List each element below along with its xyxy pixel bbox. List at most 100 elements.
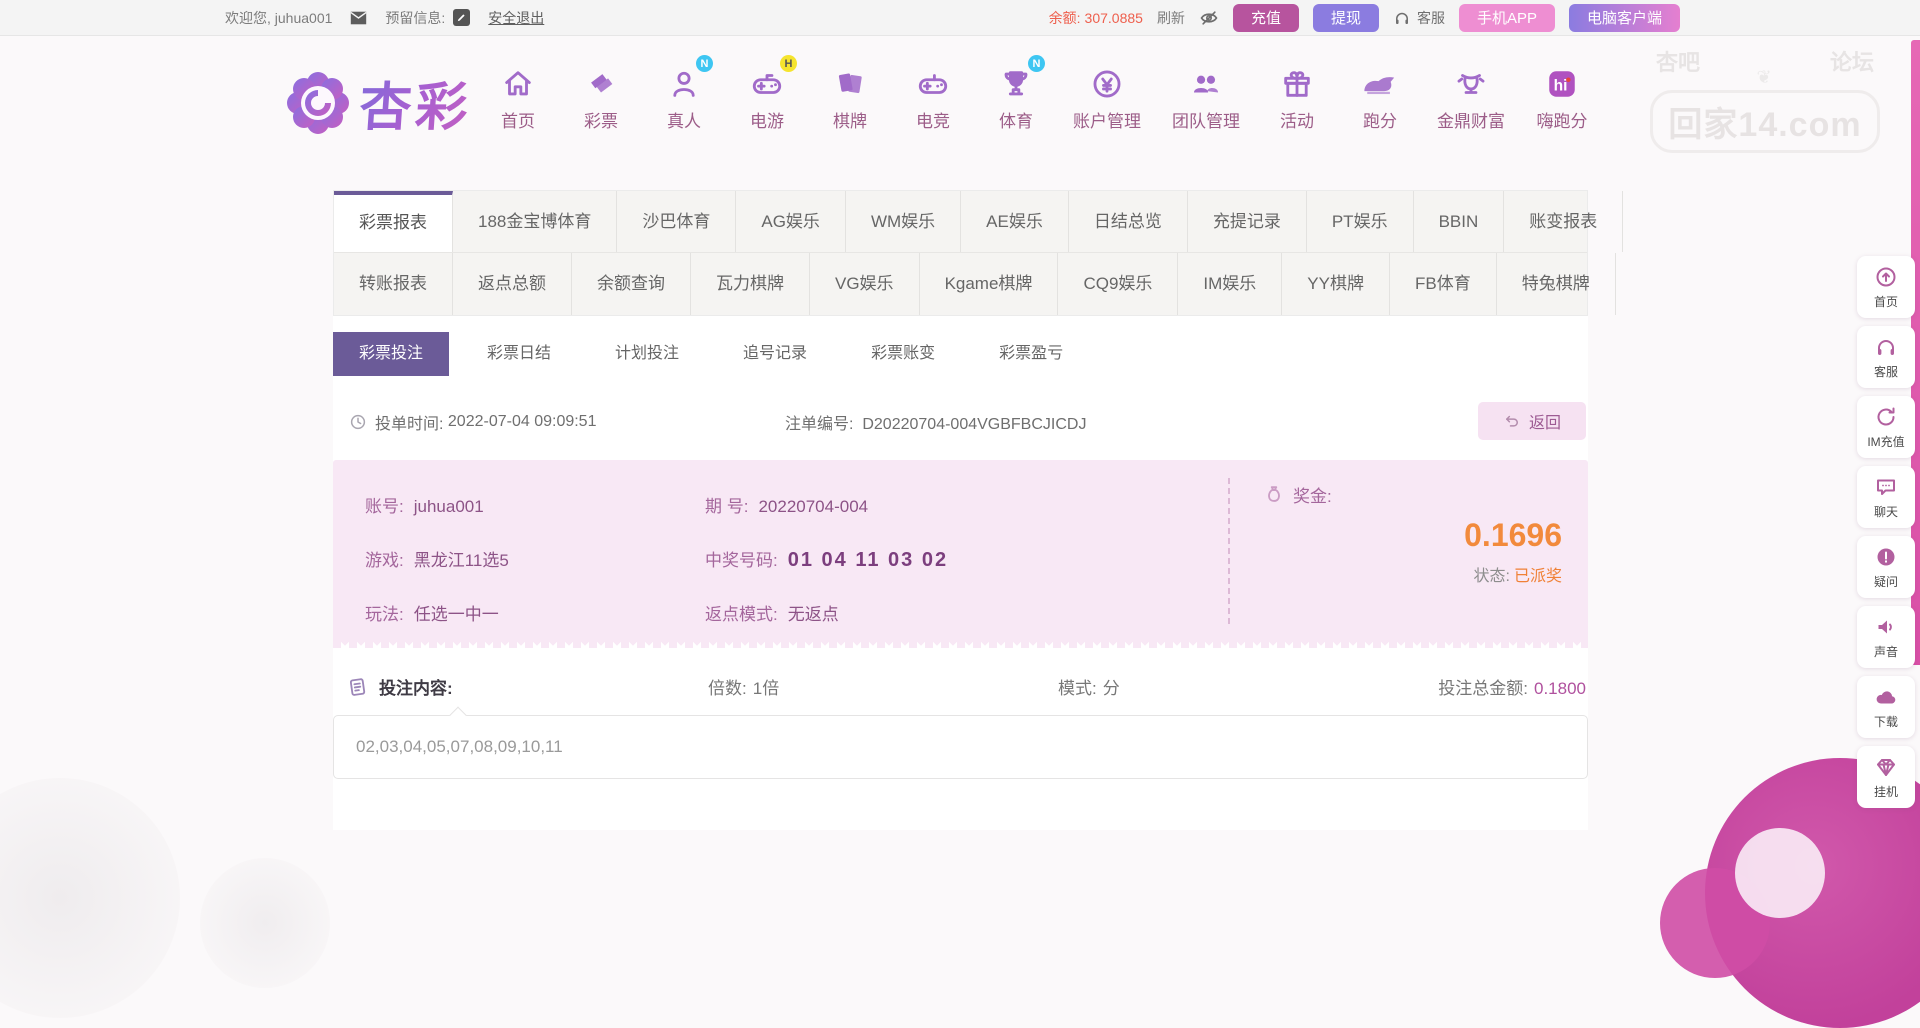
refresh-link[interactable]: 刷新: [1157, 8, 1185, 28]
decorative-flower-white: [1735, 828, 1825, 918]
bet-numbers-box: 02,03,04,05,07,08,09,10,11: [333, 715, 1588, 779]
nav-item-team[interactable]: 团队管理: [1172, 59, 1240, 132]
subtab-touzhu[interactable]: 彩票投注: [333, 332, 449, 376]
prize-value: 0.1696: [1263, 517, 1562, 554]
lottery-ticket-icon: [584, 59, 618, 101]
bet-numbers: 02,03,04,05,07,08,09,10,11: [356, 737, 563, 757]
badge-n: N: [1028, 55, 1045, 72]
nav-item-boardgames[interactable]: 棋牌: [824, 59, 876, 132]
issue-value: 20220704-004: [758, 497, 868, 516]
tab-zhangbian[interactable]: 账变报表: [1504, 191, 1623, 252]
tab-caipiao-baobiao[interactable]: 彩票报表: [334, 191, 453, 252]
sidebar-service[interactable]: 客服: [1857, 326, 1915, 388]
rebate-label: 返点模式:: [705, 605, 778, 624]
tab-chongti[interactable]: 充提记录: [1188, 191, 1307, 252]
status-label: 状态:: [1474, 568, 1510, 585]
edit-pencil-icon[interactable]: [453, 9, 470, 26]
watermark-left: 杏吧: [1656, 45, 1700, 77]
play-label: 玩法:: [365, 605, 404, 624]
pc-client-button[interactable]: 电脑客户端: [1569, 4, 1680, 32]
watermark: 杏吧 论坛 ❦ 回家14.com: [1650, 45, 1880, 153]
tab-zhuanzhang[interactable]: 转账报表: [334, 253, 453, 315]
subtab-rijie[interactable]: 彩票日结: [461, 332, 577, 376]
slot-gamepad-icon: H: [749, 59, 785, 101]
nav-item-jinding[interactable]: 金鼎财富: [1437, 59, 1505, 132]
sidebar-chat[interactable]: 聊天: [1857, 466, 1915, 528]
esports-gamepad-icon: [915, 59, 951, 101]
subtab-jihua[interactable]: 计划投注: [589, 332, 705, 376]
nav-item-account[interactable]: 账户管理: [1073, 59, 1141, 132]
svg-text:hi: hi: [1554, 77, 1568, 94]
bet-ticket-panel: 账号:juhua001 游戏:黑龙江11选5 玩法:任选一中一 期 号:2022…: [333, 460, 1588, 648]
prize-block: 奖金: 0.1696 状态:已派奖: [1263, 482, 1562, 586]
win-numbers-value: 01 04 11 03 02: [788, 549, 948, 571]
subtab-yingkui[interactable]: 彩票盈亏: [973, 332, 1089, 376]
tab-yy[interactable]: YY棋牌: [1282, 253, 1390, 315]
tab-188jinbaobo[interactable]: 188金宝博体育: [453, 191, 617, 252]
issue-label: 期 号:: [705, 497, 748, 516]
tab-vg[interactable]: VG娱乐: [810, 253, 920, 315]
customer-service[interactable]: 客服: [1393, 8, 1445, 28]
site-logo[interactable]: 杏彩: [286, 65, 472, 140]
withdraw-button[interactable]: 提现: [1313, 4, 1379, 32]
money-bag-icon: [1263, 484, 1285, 506]
tab-kgame[interactable]: Kgame棋牌: [920, 253, 1059, 315]
mail-icon[interactable]: [350, 11, 367, 25]
decorative-flower-left-small: [200, 858, 330, 988]
main-nav: 首页 彩票 N 真人 H 电游 棋牌: [492, 59, 1588, 132]
dashed-divider: [1228, 478, 1230, 624]
lottery-subtabs: 彩票投注 彩票日结 计划投注 追号记录 彩票账变 彩票盈亏: [333, 332, 1588, 376]
tab-cq9[interactable]: CQ9娱乐: [1058, 253, 1178, 315]
nav-item-egames[interactable]: H 电游: [741, 59, 793, 132]
tab-im[interactable]: IM娱乐: [1178, 253, 1282, 315]
sidebar-autoplay[interactable]: 挂机: [1857, 746, 1915, 808]
play-value: 任选一中一: [414, 605, 499, 624]
prize-label: 奖金:: [1293, 482, 1332, 507]
subtab-zhuihao[interactable]: 追号记录: [717, 332, 833, 376]
recharge-button[interactable]: 充值: [1233, 4, 1299, 32]
bet-time-label: 投单时间:: [375, 410, 443, 434]
sidebar-im-recharge[interactable]: IM充值: [1857, 396, 1915, 458]
nav-item-lottery[interactable]: 彩票: [575, 59, 627, 132]
nav-item-home[interactable]: 首页: [492, 59, 544, 132]
tab-rijie[interactable]: 日结总览: [1069, 191, 1188, 252]
nav-item-live[interactable]: N 真人: [658, 59, 710, 132]
nav-item-haipaofen[interactable]: hi 嗨跑分: [1536, 59, 1588, 132]
rebate-value: 无返点: [788, 605, 839, 624]
sidebar-sound[interactable]: 声音: [1857, 606, 1915, 668]
tab-fb[interactable]: FB体育: [1390, 253, 1497, 315]
tab-shaba[interactable]: 沙巴体育: [617, 191, 736, 252]
nav-item-esports[interactable]: 电竞: [907, 59, 959, 132]
eye-slash-icon[interactable]: [1199, 8, 1219, 28]
main-content: 彩票报表 188金宝博体育 沙巴体育 AG娱乐 WM娱乐 AE娱乐 日结总览 充…: [333, 190, 1588, 830]
multiple-value: 1倍: [753, 679, 779, 698]
mobile-app-button[interactable]: 手机APP: [1459, 4, 1555, 32]
tab-ae[interactable]: AE娱乐: [961, 191, 1069, 252]
subtab-zhangbian[interactable]: 彩票账变: [845, 332, 961, 376]
sidebar-question[interactable]: 疑问: [1857, 536, 1915, 598]
team-icon: [1188, 59, 1224, 101]
sidebar-download[interactable]: 下载: [1857, 676, 1915, 738]
back-button[interactable]: 返回: [1478, 402, 1586, 440]
nav-item-paofen[interactable]: 跑分: [1354, 59, 1406, 132]
tab-bbin[interactable]: BBIN: [1414, 191, 1505, 252]
tab-fandian[interactable]: 返点总额: [453, 253, 572, 315]
tabs-row-1: 彩票报表 188金宝博体育 沙巴体育 AG娱乐 WM娱乐 AE娱乐 日结总览 充…: [334, 191, 1587, 253]
tab-yuechaxun[interactable]: 余额查询: [572, 253, 691, 315]
sidebar-home[interactable]: 首页: [1857, 256, 1915, 318]
nav-item-sports[interactable]: N 体育: [990, 59, 1042, 132]
tab-tetu[interactable]: 特兔棋牌: [1497, 253, 1616, 315]
nav-item-activity[interactable]: 活动: [1271, 59, 1323, 132]
multiple-label: 倍数:: [708, 679, 747, 698]
tab-ag[interactable]: AG娱乐: [736, 191, 846, 252]
speaker-icon: [1874, 615, 1898, 639]
tab-wm[interactable]: WM娱乐: [846, 191, 961, 252]
tab-pt[interactable]: PT娱乐: [1307, 191, 1414, 252]
mode-label: 模式:: [1058, 679, 1097, 698]
account-label: 账号:: [365, 497, 404, 516]
headset-icon: [1874, 335, 1898, 359]
tab-wali[interactable]: 瓦力棋牌: [691, 253, 810, 315]
bet-time-value: 2022-07-04 09:09:51: [448, 413, 597, 431]
logout-link[interactable]: 安全退出: [488, 8, 544, 28]
ding-icon: [1454, 59, 1488, 101]
